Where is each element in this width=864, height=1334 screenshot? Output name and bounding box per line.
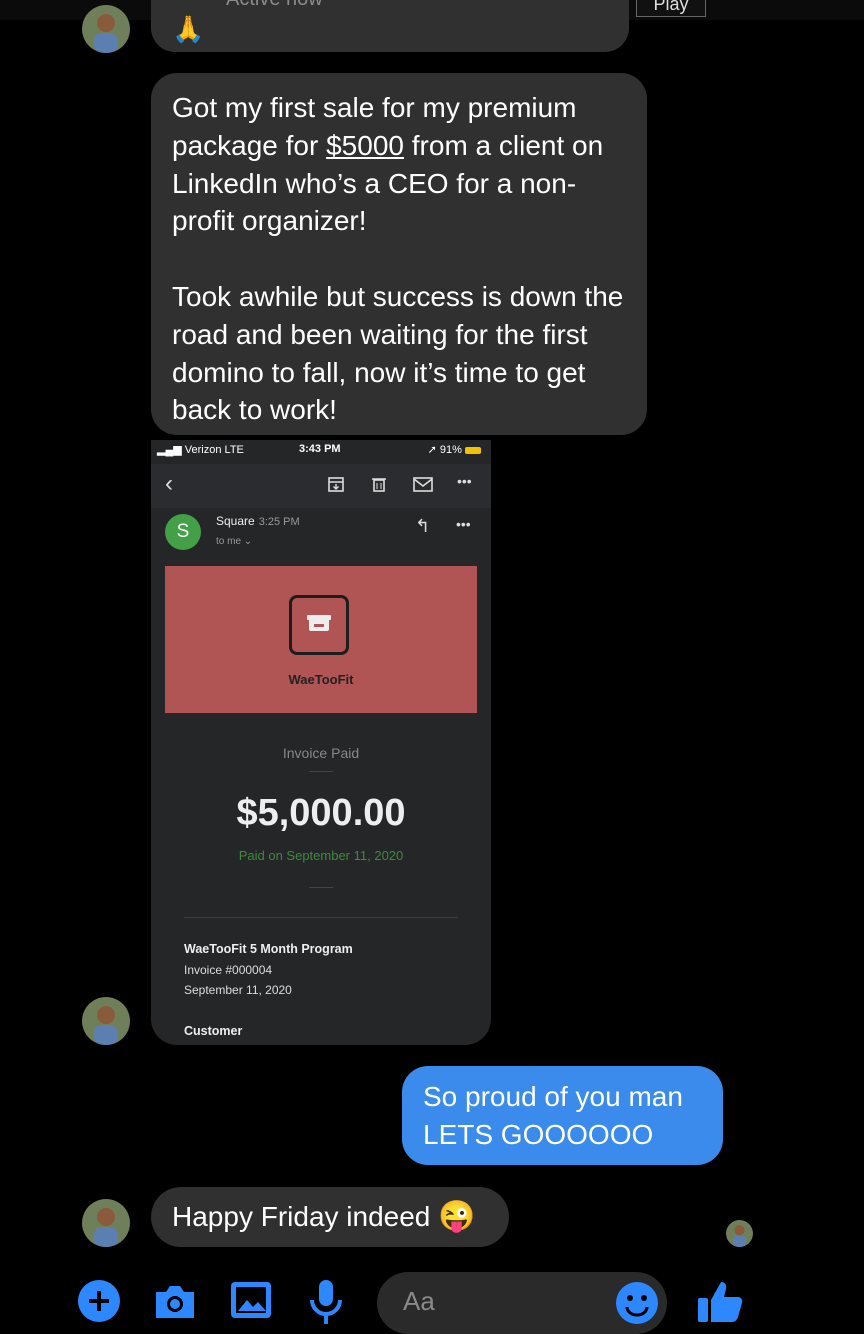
message-sent[interactable]: So proud of you man LETS GOOOOOO [402,1066,723,1165]
status-time: 3:43 PM [299,443,341,455]
gallery-icon[interactable] [229,1280,273,1325]
message-input-placeholder: Aa [403,1286,435,1316]
divider [184,917,458,918]
signal-icon: ▂▄▆ [157,444,182,456]
more-icon: ••• [457,473,472,489]
read-receipt-avatar [726,1220,753,1247]
thumbs-up-icon[interactable] [696,1278,744,1329]
back-chevron-icon: ‹ [165,470,173,497]
winking-tongue-emoji: 😜 [438,1200,476,1233]
sender-avatar: S [165,514,201,550]
invoice-number: Invoice #000004 [184,963,273,977]
program-name: WaeTooFit 5 Month Program [184,942,353,956]
sender-name: Square [216,514,255,528]
message-first-sale[interactable]: Got my first sale for my premium package… [151,73,647,435]
chevron-down-icon: ⌄ [243,536,253,547]
microphone-icon[interactable] [306,1278,346,1329]
emoji-icon[interactable] [615,1281,659,1330]
invoice-amount: $5,000.00 [236,792,406,834]
brand-name: WaeTooFit [288,672,354,687]
archive-icon [327,475,345,498]
amount-link[interactable]: $5000 [326,130,404,161]
invoice-status: Invoice Paid [282,745,360,761]
message-text: Happy Friday indeed [172,1201,431,1232]
battery-percent: 91% [439,444,462,456]
divider [309,887,333,888]
email-time: 3:25 PM [258,516,300,528]
more-icon: ••• [456,516,471,532]
contact-avatar[interactable] [82,5,130,53]
location-icon: ➚ [427,444,437,456]
trash-icon [370,475,388,498]
active-status: Active now [226,0,323,11]
previous-message-bubble [151,0,629,52]
invoice-date: September 11, 2020 [184,983,292,997]
recipient-label: to me [216,536,242,547]
customer-label: Customer [184,1024,243,1038]
reply-icon: ↰ [415,516,431,536]
message-line: So proud of you man [423,1081,683,1112]
message-happy-friday[interactable]: Happy Friday indeed 😜 [151,1187,509,1247]
praying-hands-emoji: 🙏 [172,14,205,44]
carrier-label: Verizon LTE [184,444,244,456]
camera-icon[interactable] [152,1282,198,1327]
contact-avatar[interactable] [82,997,130,1045]
paid-date: Paid on September 11, 2020 [238,848,404,863]
message-line: LETS GOOOOOO [423,1119,654,1150]
play-button[interactable]: Play [636,0,706,17]
message-paragraph: Got my first sale for my premium package… [172,92,604,237]
divider [309,771,333,772]
email-toolbar: ‹ ••• [151,464,491,508]
battery-icon [465,446,481,454]
contact-avatar[interactable] [82,1199,130,1247]
message-paragraph: Took awhile but success is down the road… [172,280,624,426]
invoice-screenshot-attachment[interactable]: ▂▄▆ Verizon LTE 3:43 PM ➚ 91% ‹ ••• S Sq… [151,440,491,1045]
brand-banner: WaeTooFit [165,566,477,713]
mail-icon [413,475,433,498]
plus-icon[interactable] [78,1280,120,1327]
store-icon [289,595,349,655]
phone-status-bar: ▂▄▆ Verizon LTE 3:43 PM ➚ 91% [151,440,491,460]
